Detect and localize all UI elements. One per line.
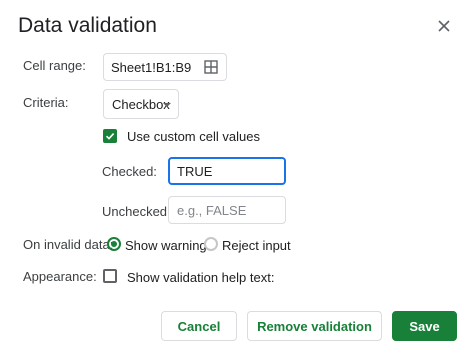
close-icon[interactable] (438, 20, 450, 32)
invalid-data-label: On invalid data: (23, 237, 114, 252)
reject-input-label[interactable]: Reject input (222, 238, 291, 253)
cell-range-label: Cell range: (23, 58, 86, 73)
radio-dot (111, 241, 117, 247)
caret-down-icon (163, 103, 171, 107)
cancel-button[interactable]: Cancel (161, 311, 237, 341)
unchecked-label: Unchecked: (102, 204, 171, 219)
grid-select-icon[interactable] (204, 60, 218, 74)
custom-values-checkbox[interactable] (103, 129, 117, 143)
criteria-label: Criteria: (23, 95, 69, 110)
criteria-dropdown[interactable]: Checkbox (103, 89, 179, 119)
help-text-checkbox[interactable] (103, 269, 117, 283)
checked-value-input[interactable]: TRUE (168, 157, 286, 185)
close-button[interactable] (433, 15, 455, 37)
help-text-label: Show validation help text: (127, 270, 275, 285)
custom-values-label: Use custom cell values (127, 129, 260, 144)
checked-label: Checked: (102, 164, 157, 179)
unchecked-placeholder: e.g., FALSE (177, 202, 247, 218)
criteria-value: Checkbox (112, 96, 170, 112)
checked-value: TRUE (177, 163, 213, 179)
remove-validation-button[interactable]: Remove validation (247, 311, 382, 341)
show-warning-radio[interactable] (107, 237, 121, 251)
appearance-label: Appearance: (23, 269, 97, 284)
save-button[interactable]: Save (392, 311, 457, 341)
checkmark-icon (105, 133, 115, 140)
show-warning-label[interactable]: Show warning (125, 238, 207, 253)
unchecked-value-input[interactable]: e.g., FALSE (168, 196, 286, 224)
cell-range-value: Sheet1!B1:B9 (111, 59, 192, 75)
dialog-title: Data validation (18, 14, 157, 37)
cell-range-input[interactable]: Sheet1!B1:B9 (103, 53, 227, 81)
reject-input-radio[interactable] (204, 237, 218, 251)
